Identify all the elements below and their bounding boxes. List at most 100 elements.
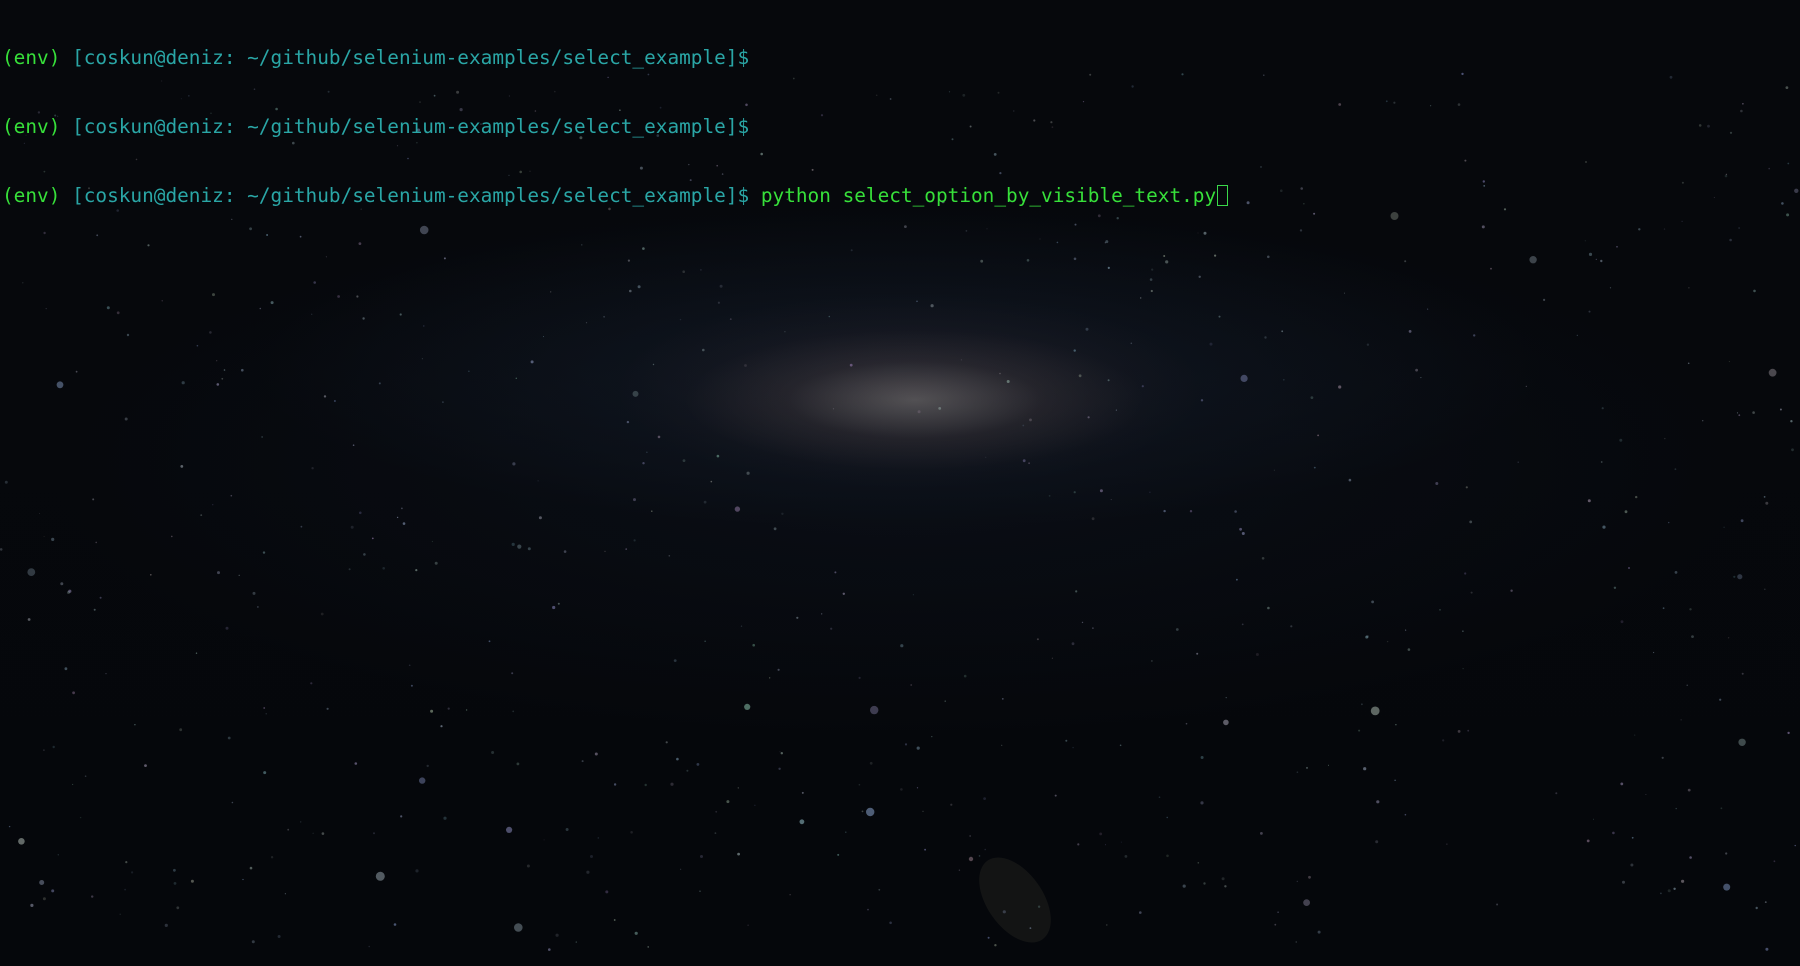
star bbox=[181, 381, 185, 385]
star bbox=[960, 359, 962, 361]
star bbox=[704, 640, 706, 642]
star bbox=[978, 855, 981, 857]
star bbox=[984, 848, 986, 851]
star bbox=[1723, 526, 1725, 529]
star bbox=[799, 819, 805, 825]
terminal-input-line[interactable]: (env) [coskun@deniz: ~/github/selenium-e… bbox=[2, 184, 1229, 207]
command-input[interactable]: python select_option_by_visible_text.py bbox=[761, 184, 1216, 207]
star bbox=[27, 618, 31, 621]
star bbox=[900, 788, 903, 791]
star bbox=[1752, 411, 1755, 414]
star bbox=[131, 871, 134, 874]
star bbox=[1430, 105, 1432, 107]
star bbox=[1149, 491, 1151, 493]
star bbox=[326, 707, 329, 710]
star bbox=[18, 838, 25, 845]
star bbox=[552, 605, 556, 610]
star bbox=[1338, 385, 1342, 389]
star bbox=[259, 307, 262, 310]
star bbox=[1674, 571, 1678, 574]
star bbox=[555, 933, 559, 937]
star bbox=[1723, 883, 1731, 891]
star bbox=[1786, 213, 1790, 217]
star bbox=[84, 775, 87, 777]
star bbox=[548, 948, 551, 951]
star bbox=[1224, 885, 1227, 888]
star bbox=[1467, 729, 1470, 732]
star bbox=[557, 602, 560, 605]
star bbox=[124, 417, 128, 421]
star bbox=[983, 797, 986, 800]
star bbox=[994, 944, 997, 947]
star bbox=[633, 498, 636, 502]
star bbox=[526, 864, 530, 868]
star bbox=[801, 791, 804, 794]
star bbox=[1296, 771, 1299, 773]
star bbox=[1794, 188, 1799, 193]
star bbox=[300, 821, 302, 823]
star bbox=[604, 550, 606, 553]
star bbox=[263, 707, 266, 709]
star bbox=[1719, 698, 1722, 701]
star bbox=[251, 940, 255, 944]
star bbox=[311, 467, 314, 470]
terminal-line: (env) [coskun@deniz: ~/github/selenium-e… bbox=[2, 46, 1228, 69]
star bbox=[64, 667, 68, 671]
star bbox=[1150, 289, 1153, 293]
star bbox=[968, 856, 974, 862]
star bbox=[744, 703, 751, 711]
star bbox=[686, 769, 689, 772]
star bbox=[1764, 588, 1766, 591]
star bbox=[1462, 630, 1464, 632]
star bbox=[1405, 629, 1407, 631]
star bbox=[702, 348, 705, 352]
star bbox=[1189, 510, 1193, 513]
star bbox=[1628, 567, 1630, 569]
star bbox=[603, 315, 605, 318]
star bbox=[1081, 621, 1084, 624]
terminal-window[interactable]: (env) [coskun@deniz: ~/github/selenium-e… bbox=[0, 0, 1800, 966]
star bbox=[845, 831, 847, 833]
star bbox=[1620, 620, 1624, 624]
star bbox=[1166, 854, 1169, 858]
star bbox=[440, 725, 443, 728]
star bbox=[1462, 668, 1464, 670]
star bbox=[665, 741, 668, 744]
star bbox=[777, 668, 780, 671]
star bbox=[737, 852, 740, 856]
star bbox=[1661, 756, 1664, 759]
star bbox=[399, 313, 402, 316]
star bbox=[637, 285, 641, 289]
star bbox=[1328, 764, 1329, 766]
star bbox=[1338, 103, 1342, 106]
star bbox=[27, 568, 36, 576]
star bbox=[1725, 852, 1728, 855]
terminal-output[interactable]: (env) [coskun@deniz: ~/github/selenium-e… bbox=[2, 0, 1229, 253]
star bbox=[834, 571, 837, 574]
star bbox=[277, 935, 281, 938]
star bbox=[410, 684, 413, 687]
star bbox=[125, 861, 128, 864]
star bbox=[1773, 860, 1776, 863]
star bbox=[870, 705, 879, 715]
star bbox=[287, 828, 290, 831]
star bbox=[740, 625, 743, 627]
star bbox=[363, 553, 366, 556]
star bbox=[99, 596, 102, 599]
star bbox=[900, 644, 904, 648]
star bbox=[1303, 203, 1305, 205]
star bbox=[1664, 437, 1666, 440]
star bbox=[1221, 877, 1225, 881]
star bbox=[1348, 478, 1352, 482]
star bbox=[778, 767, 781, 770]
star bbox=[670, 782, 674, 786]
terminal-line: (env) [coskun@deniz: ~/github/selenium-e… bbox=[2, 115, 1228, 138]
star bbox=[1139, 911, 1142, 914]
star bbox=[1075, 590, 1078, 593]
star bbox=[1753, 289, 1756, 293]
star bbox=[630, 831, 633, 834]
star bbox=[1140, 297, 1142, 299]
star bbox=[1622, 880, 1625, 884]
star bbox=[781, 512, 784, 515]
star bbox=[442, 401, 444, 403]
